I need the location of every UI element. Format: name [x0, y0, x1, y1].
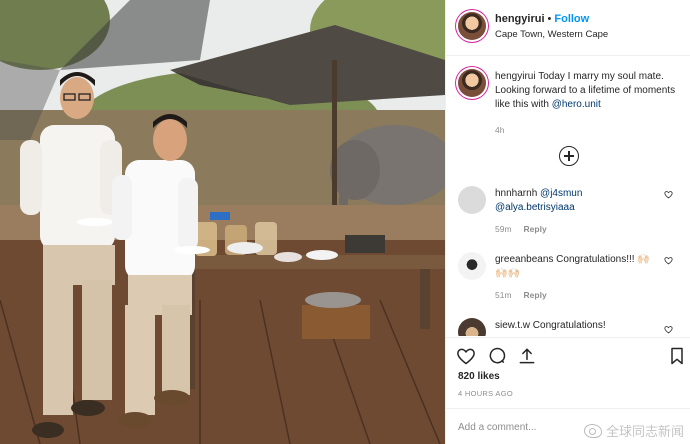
comment-mention[interactable]: @alya.betrisyiaaa	[495, 202, 575, 213]
wedding-photo-illustration	[0, 0, 445, 444]
caption-time: 4h	[495, 125, 505, 135]
comment-meta: 51m Reply	[495, 290, 559, 300]
comment-username[interactable]: siew.t.w	[495, 320, 530, 331]
comment-age: 59m	[495, 224, 512, 234]
comment-body: Congratulations!	[530, 320, 606, 331]
comment-avatar[interactable]	[458, 252, 486, 280]
comment-avatar[interactable]	[458, 318, 486, 336]
comment-meta: 59m Reply	[495, 224, 559, 234]
comment-input[interactable]: Add a comment...	[458, 422, 536, 433]
weibo-logo-icon	[583, 423, 602, 438]
bookmark-icon[interactable]	[667, 346, 687, 366]
comment-mention[interactable]: @j4smun	[540, 188, 582, 199]
post-header: hengyirui • Follow Cape Town, Western Cape	[446, 0, 690, 56]
like-count[interactable]: 820 likes	[458, 371, 500, 382]
comment-text: siew.t.w Congratulations!	[495, 319, 660, 333]
reply-button[interactable]: Reply	[524, 290, 547, 300]
caption-mention[interactable]: @hero.unit	[552, 99, 601, 110]
author-username[interactable]: hengyirui	[495, 13, 545, 25]
caption-avatar[interactable]	[458, 69, 486, 97]
author-avatar[interactable]	[458, 12, 486, 40]
caption-text: hengyirui Today I marry my soul mate. Lo…	[495, 70, 685, 112]
share-icon[interactable]	[517, 346, 537, 366]
post-timestamp: 4 HOURS AGO	[458, 389, 513, 398]
comment-username[interactable]: greeanbeans	[495, 254, 553, 265]
comments-list[interactable]: hengyirui Today I marry my soul mate. Lo…	[446, 57, 690, 336]
separator-dot: •	[547, 13, 552, 25]
watermark-text: 全球同志新闻	[605, 424, 684, 439]
comment-age: 51m	[495, 290, 512, 300]
heart-icon[interactable]	[456, 346, 476, 366]
post-location[interactable]: Cape Town, Western Cape	[495, 29, 608, 40]
post-actions	[446, 337, 690, 371]
comment-text: greeanbeans Congratulations!!! 🙌🏻🙌🏻🙌🏻	[495, 253, 660, 281]
post-side-panel: hengyirui • Follow Cape Town, Western Cape…	[445, 0, 690, 444]
caption-username[interactable]: hengyirui	[495, 71, 536, 82]
reply-button[interactable]: Reply	[524, 224, 547, 234]
author-line: hengyirui • Follow	[495, 13, 589, 25]
plus-circle-icon[interactable]	[559, 146, 579, 166]
watermark: 全球同志新闻	[583, 421, 684, 440]
heart-icon[interactable]	[664, 256, 673, 265]
comment-username[interactable]: hnnharnh	[495, 188, 537, 199]
comment-avatar[interactable]	[458, 186, 486, 214]
heart-icon[interactable]	[664, 325, 673, 334]
follow-button[interactable]: Follow	[554, 13, 589, 25]
heart-icon[interactable]	[664, 190, 673, 199]
post-photo[interactable]	[0, 0, 445, 444]
comment-icon[interactable]	[487, 346, 507, 366]
comment-text: hnnharnh @j4smun @alya.betrisyiaaa	[495, 187, 660, 215]
